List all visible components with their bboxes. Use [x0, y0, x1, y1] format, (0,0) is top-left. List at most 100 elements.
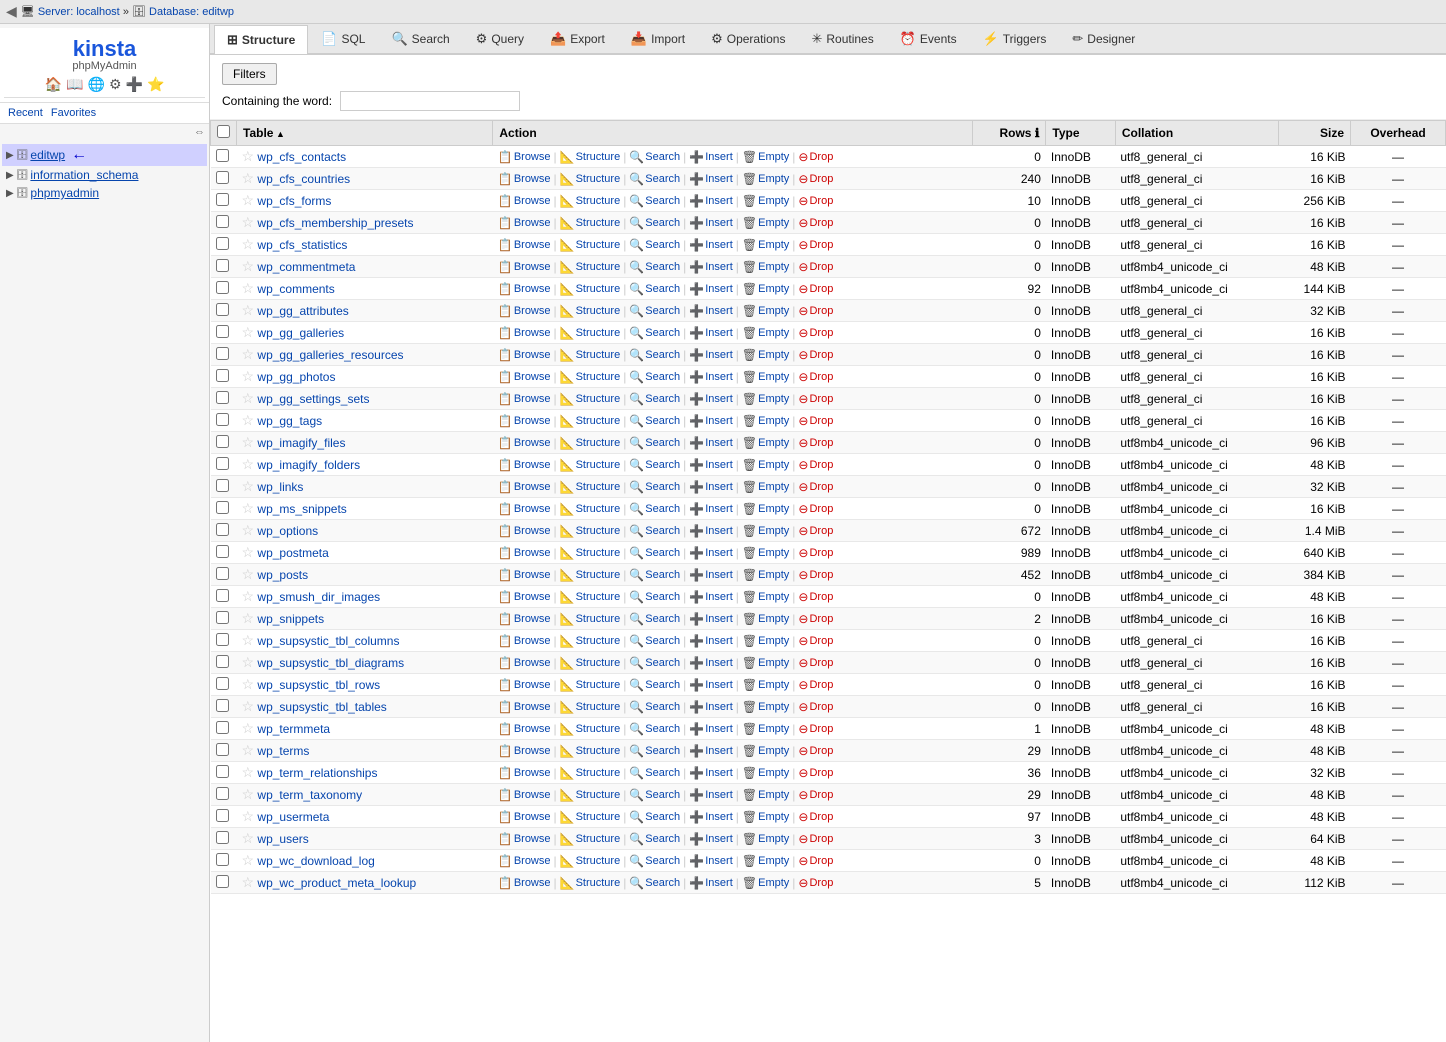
favorite-star[interactable]: ☆: [242, 170, 255, 186]
search-link[interactable]: 🔍 Search: [629, 832, 680, 846]
insert-link[interactable]: ➕ Insert: [689, 392, 732, 406]
row-checkbox[interactable]: [216, 677, 229, 690]
structure-link[interactable]: 📐 Structure: [560, 568, 621, 582]
structure-link[interactable]: 📐 Structure: [560, 238, 621, 252]
insert-link[interactable]: ➕ Insert: [689, 414, 732, 428]
drop-link[interactable]: ⊖ Drop: [798, 876, 833, 890]
drop-link[interactable]: ⊖ Drop: [798, 788, 833, 802]
browse-link[interactable]: 📋 Browse: [498, 436, 551, 450]
row-checkbox[interactable]: [216, 237, 229, 250]
drop-link[interactable]: ⊖ Drop: [798, 524, 833, 538]
drop-link[interactable]: ⊖ Drop: [798, 150, 833, 164]
favorite-star[interactable]: ☆: [242, 346, 255, 362]
drop-link[interactable]: ⊖ Drop: [798, 546, 833, 560]
row-checkbox[interactable]: [216, 369, 229, 382]
drop-link[interactable]: ⊖ Drop: [798, 766, 833, 780]
row-checkbox[interactable]: [216, 699, 229, 712]
drop-link[interactable]: ⊖ Drop: [798, 656, 833, 670]
table-name-link[interactable]: wp_gg_settings_sets: [257, 392, 369, 406]
browse-link[interactable]: 📋 Browse: [498, 370, 551, 384]
favorite-star[interactable]: ☆: [242, 302, 255, 318]
favorite-star[interactable]: ☆: [242, 588, 255, 604]
empty-link[interactable]: 🗑 Empty: [742, 216, 789, 230]
table-name-link[interactable]: wp_gg_attributes: [257, 304, 348, 318]
empty-link[interactable]: 🗑 Empty: [742, 546, 789, 560]
empty-link[interactable]: 🗑 Empty: [742, 722, 789, 736]
favorite-star[interactable]: ☆: [242, 566, 255, 582]
insert-link[interactable]: ➕ Insert: [689, 832, 732, 846]
insert-link[interactable]: ➕ Insert: [689, 656, 732, 670]
browse-link[interactable]: 📋 Browse: [498, 612, 551, 626]
favorite-star[interactable]: ☆: [242, 544, 255, 560]
insert-link[interactable]: ➕ Insert: [689, 282, 732, 296]
empty-link[interactable]: 🗑 Empty: [742, 282, 789, 296]
select-all-header[interactable]: [211, 121, 237, 146]
insert-link[interactable]: ➕ Insert: [689, 876, 732, 890]
table-name-link[interactable]: wp_comments: [257, 282, 334, 296]
table-name-link[interactable]: wp_gg_galleries_resources: [257, 348, 403, 362]
empty-link[interactable]: 🗑 Empty: [742, 458, 789, 472]
tab-search[interactable]: 🔍 Search: [378, 24, 462, 53]
drop-link[interactable]: ⊖ Drop: [798, 172, 833, 186]
search-link[interactable]: 🔍 Search: [629, 238, 680, 252]
row-checkbox[interactable]: [216, 215, 229, 228]
favorite-star[interactable]: ☆: [242, 522, 255, 538]
drop-link[interactable]: ⊖ Drop: [798, 414, 833, 428]
empty-link[interactable]: 🗑 Empty: [742, 414, 789, 428]
insert-link[interactable]: ➕ Insert: [689, 480, 732, 494]
tab-triggers[interactable]: ⚡ Triggers: [970, 24, 1060, 53]
table-name-link[interactable]: wp_cfs_contacts: [257, 150, 346, 164]
drop-link[interactable]: ⊖ Drop: [798, 502, 833, 516]
tab-designer[interactable]: ✏ Designer: [1059, 24, 1148, 53]
drop-link[interactable]: ⊖ Drop: [798, 480, 833, 494]
structure-link[interactable]: 📐 Structure: [560, 722, 621, 736]
structure-link[interactable]: 📐 Structure: [560, 590, 621, 604]
empty-link[interactable]: 🗑 Empty: [742, 436, 789, 450]
search-link[interactable]: 🔍 Search: [629, 722, 680, 736]
insert-link[interactable]: ➕ Insert: [689, 854, 732, 868]
browse-link[interactable]: 📋 Browse: [498, 282, 551, 296]
empty-link[interactable]: 🗑 Empty: [742, 304, 789, 318]
search-link[interactable]: 🔍 Search: [629, 260, 680, 274]
search-link[interactable]: 🔍 Search: [629, 744, 680, 758]
table-name-link[interactable]: wp_cfs_membership_presets: [257, 216, 413, 230]
insert-link[interactable]: ➕ Insert: [689, 458, 732, 472]
insert-link[interactable]: ➕ Insert: [689, 590, 732, 604]
structure-link[interactable]: 📐 Structure: [560, 304, 621, 318]
table-name-link[interactable]: wp_cfs_forms: [257, 194, 331, 208]
browse-link[interactable]: 📋 Browse: [498, 590, 551, 604]
drop-link[interactable]: ⊖ Drop: [798, 832, 833, 846]
browse-link[interactable]: 📋 Browse: [498, 810, 551, 824]
structure-link[interactable]: 📐 Structure: [560, 744, 621, 758]
row-checkbox[interactable]: [216, 567, 229, 580]
recent-link[interactable]: Recent: [8, 107, 43, 119]
structure-link[interactable]: 📐 Structure: [560, 348, 621, 362]
favorite-star[interactable]: ☆: [242, 720, 255, 736]
search-link[interactable]: 🔍 Search: [629, 150, 680, 164]
empty-link[interactable]: 🗑 Empty: [742, 744, 789, 758]
table-name-link[interactable]: wp_supsystic_tbl_rows: [257, 678, 380, 692]
favorite-star[interactable]: ☆: [242, 852, 255, 868]
row-checkbox[interactable]: [216, 831, 229, 844]
drop-link[interactable]: ⊖ Drop: [798, 678, 833, 692]
table-name-link[interactable]: wp_term_taxonomy: [257, 788, 362, 802]
row-checkbox[interactable]: [216, 259, 229, 272]
browse-link[interactable]: 📋 Browse: [498, 634, 551, 648]
server-link[interactable]: Server: localhost: [38, 6, 120, 18]
select-all-checkbox[interactable]: [217, 125, 230, 138]
browse-link[interactable]: 📋 Browse: [498, 546, 551, 560]
table-name-link[interactable]: wp_links: [257, 480, 303, 494]
drop-link[interactable]: ⊖ Drop: [798, 634, 833, 648]
table-name-link[interactable]: wp_wc_download_log: [257, 854, 374, 868]
search-link[interactable]: 🔍 Search: [629, 194, 680, 208]
search-link[interactable]: 🔍 Search: [629, 502, 680, 516]
empty-link[interactable]: 🗑 Empty: [742, 700, 789, 714]
drop-link[interactable]: ⊖ Drop: [798, 590, 833, 604]
drop-link[interactable]: ⊖ Drop: [798, 722, 833, 736]
table-name-link[interactable]: wp_termmeta: [257, 722, 330, 736]
tab-operations[interactable]: ⚙ Operations: [698, 24, 798, 53]
row-checkbox[interactable]: [216, 325, 229, 338]
browse-link[interactable]: 📋 Browse: [498, 260, 551, 274]
structure-link[interactable]: 📐 Structure: [560, 216, 621, 230]
tab-structure[interactable]: ⊞ Structure: [214, 25, 308, 54]
